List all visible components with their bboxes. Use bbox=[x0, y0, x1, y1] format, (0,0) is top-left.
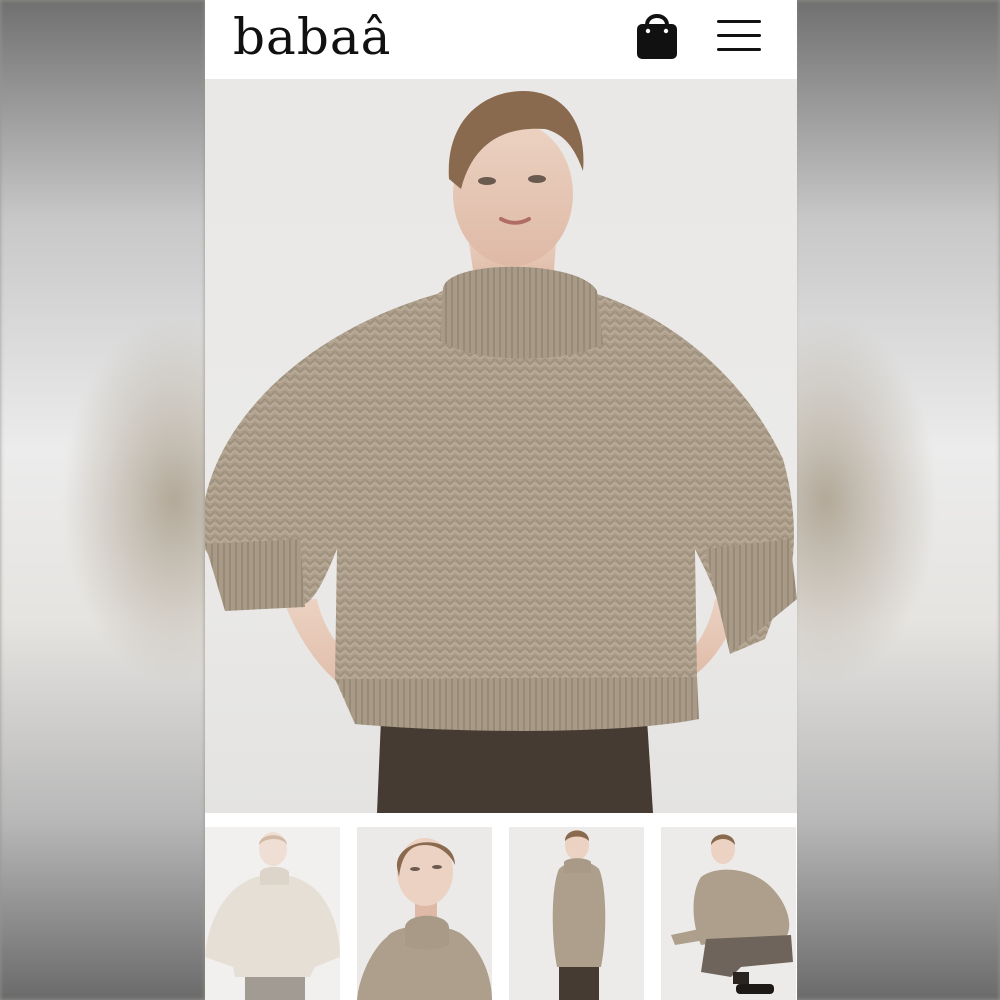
hamburger-menu-icon bbox=[717, 20, 761, 23]
thumbnail-2[interactable] bbox=[357, 827, 492, 1000]
product-main-image[interactable] bbox=[205, 79, 797, 813]
shopping-bag-icon bbox=[637, 14, 677, 59]
thumbnail-3[interactable] bbox=[509, 827, 644, 1000]
brand-logo[interactable]: babaâ bbox=[233, 6, 391, 68]
blurred-backdrop-left bbox=[0, 0, 205, 1000]
blurred-backdrop-right bbox=[795, 0, 1000, 1000]
mobile-page: babaâ bbox=[205, 0, 797, 1000]
thumbnail-4[interactable] bbox=[661, 827, 796, 1000]
menu-button[interactable] bbox=[715, 18, 763, 56]
thumbnail-1[interactable] bbox=[205, 827, 340, 1000]
site-header: babaâ bbox=[205, 0, 797, 79]
shopping-bag-button[interactable] bbox=[633, 9, 681, 61]
thumbnail-strip bbox=[205, 827, 797, 1000]
